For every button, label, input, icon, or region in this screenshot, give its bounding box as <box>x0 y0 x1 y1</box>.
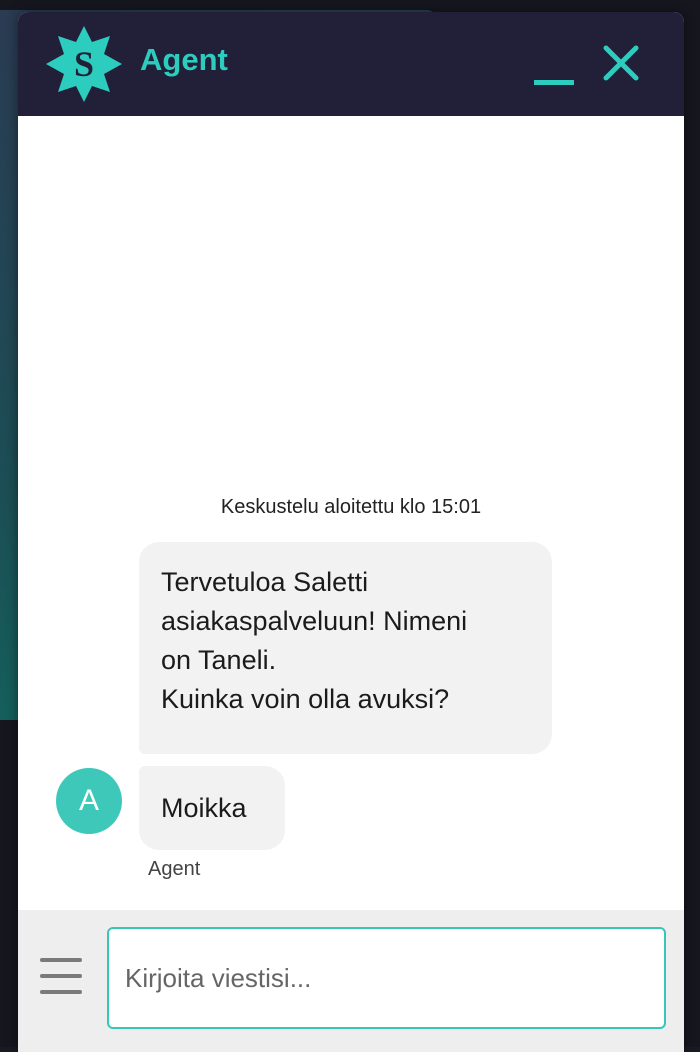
chat-widget: S Agent Keskustelu aloitettu klo 15:01 T… <box>18 12 684 1052</box>
message-line: on Taneli. <box>161 645 277 675</box>
message-sender-label: Agent <box>148 858 201 880</box>
close-icon[interactable] <box>600 42 642 84</box>
minimize-icon[interactable] <box>530 40 580 90</box>
conversation-started-notice: Keskustelu aloitettu klo 15:01 <box>220 496 482 518</box>
message-list: Keskustelu aloitettu klo 15:01 Tervetulo… <box>18 116 684 910</box>
saletti-logo-icon: S <box>46 26 122 102</box>
hamburger-menu-icon[interactable] <box>38 958 84 998</box>
message-composer <box>18 910 684 1052</box>
message-text: Moikka <box>161 793 247 823</box>
chat-header: S Agent <box>18 12 684 116</box>
agent-avatar: A <box>56 768 122 834</box>
message-line: asiakaspalveluun! Nimeni <box>161 606 468 636</box>
svg-text:S: S <box>74 44 94 84</box>
message-line: Tervetuloa Saletti <box>161 567 369 597</box>
agent-message-bubble: Moikka <box>139 766 285 850</box>
chat-title: Agent <box>140 42 228 77</box>
message-line: Kuinka voin olla avuksi? <box>161 684 450 714</box>
agent-message-bubble: Tervetuloa Saletti asiakaspalveluun! Nim… <box>139 542 552 754</box>
message-input[interactable] <box>107 927 666 1029</box>
